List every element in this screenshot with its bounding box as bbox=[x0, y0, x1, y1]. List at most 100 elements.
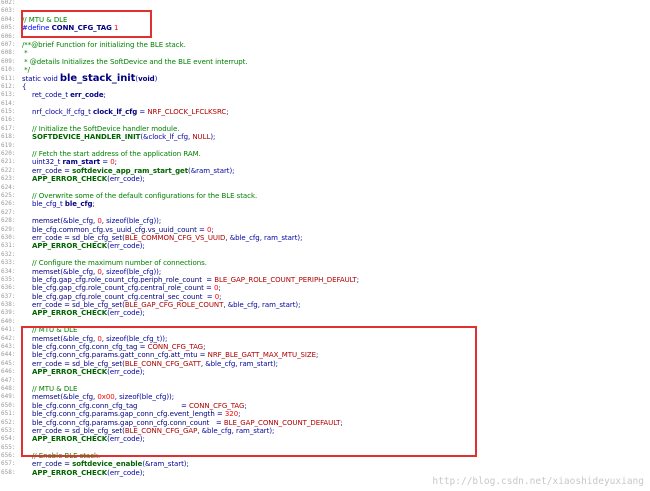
code-token: // Initialize the SoftDevice handler mod… bbox=[32, 124, 180, 133]
line-number: 618: bbox=[1, 133, 16, 141]
code-token: 1 bbox=[111, 24, 119, 33]
watermark: http://blog.csdn.net/xiaoshideyuxiang bbox=[432, 476, 644, 487]
code-text: { bbox=[22, 83, 26, 91]
code-token: err_code = bbox=[32, 166, 73, 175]
code-text: ble_cfg.conn_cfg.params.gatt_conn_cfg.at… bbox=[22, 351, 318, 359]
code-text: memset(&ble_cfg, 0, sizeof(ble_cfg)); bbox=[22, 268, 161, 276]
code-token: ret_code_t bbox=[32, 91, 71, 100]
line-number: 655: bbox=[1, 443, 16, 451]
code-token: ; bbox=[226, 108, 229, 117]
code-token: , &ble_cfg, ram_start); bbox=[200, 359, 278, 368]
code-text: APP_ERROR_CHECK(err_code); bbox=[22, 175, 145, 183]
code-line: 617: // Initialize the SoftDevice handler… bbox=[0, 125, 650, 133]
code-line: 621: uint32_t ram_start = 0; bbox=[0, 158, 650, 166]
code-text: SOFTDEVICE_HANDLER_INIT(&clock_lf_cfg, N… bbox=[22, 133, 215, 141]
code-token: APP_ERROR_CHECK bbox=[32, 368, 108, 377]
line-number: 646: bbox=[1, 368, 16, 376]
line-number: 626: bbox=[1, 200, 16, 208]
code-token: 0x00 bbox=[97, 393, 115, 402]
code-line: 602: bbox=[0, 0, 650, 7]
line-number: 658: bbox=[1, 468, 16, 476]
code-token: memset bbox=[32, 267, 61, 276]
code-token: // Enable BLE stack. bbox=[32, 452, 101, 461]
line-number: 654: bbox=[1, 435, 16, 443]
code-line: 654: APP_ERROR_CHECK(err_code); bbox=[0, 435, 650, 443]
code-token: err_code = bbox=[32, 460, 73, 469]
code-line: 644: ble_cfg.conn_cfg.params.gatt_conn_cf… bbox=[0, 351, 650, 359]
code-text: err_code = sd_ble_cfg_set(BLE_COMMON_CFG… bbox=[22, 234, 302, 242]
code-token: SOFTDEVICE_HANDLER_INIT bbox=[32, 133, 141, 142]
code-text: * @details Initializes the SoftDevice an… bbox=[22, 58, 247, 66]
code-token: BLE_GAP_CONN_COUNT_DEFAULT bbox=[223, 418, 341, 427]
code-token: ram_start bbox=[62, 158, 101, 167]
code-text: err_code = sd_ble_cfg_set(BLE_CONN_CFG_G… bbox=[22, 427, 274, 435]
code-line: 611: static void ble_stack_init(void) bbox=[0, 73, 650, 83]
code-token: ) bbox=[154, 74, 158, 83]
code-line: 656: // Enable BLE stack. bbox=[0, 452, 650, 460]
code-token: uint32_t bbox=[32, 158, 63, 167]
code-text: */ bbox=[22, 66, 30, 74]
code-token: */ bbox=[22, 66, 30, 75]
code-token: (err_code); bbox=[107, 468, 145, 477]
code-token: ; bbox=[316, 351, 319, 360]
code-token: ble_cfg_t bbox=[32, 200, 65, 209]
code-token: sizeof bbox=[106, 267, 127, 276]
line-number: 635: bbox=[1, 275, 16, 283]
code-token: #define bbox=[22, 24, 52, 33]
line-number: 632: bbox=[1, 250, 16, 258]
code-token: softdevice_app_ram_start_get bbox=[72, 166, 189, 175]
code-token: (&ble_cfg, bbox=[60, 217, 98, 226]
code-line: 615: nrf_clock_lf_cfg_t clock_lf_cfg = NR… bbox=[0, 108, 650, 116]
code-line: 616: bbox=[0, 116, 650, 124]
code-text: #define CONN_CFG_TAG 1 bbox=[22, 24, 119, 33]
code-token: = bbox=[100, 158, 111, 167]
code-token: NRF_CLOCK_LFCLKSRC bbox=[147, 108, 227, 117]
code-token: (ble_cfg)); bbox=[126, 217, 162, 226]
code-line: 629: ble_cfg.common_cfg.vs_uuid_cfg.vs_uu… bbox=[0, 226, 650, 234]
code-token: ; bbox=[92, 200, 95, 209]
code-line: 609: * @details Initializes the SoftDevi… bbox=[0, 58, 650, 66]
code-token: BLE_CONN_CFG_GAP bbox=[124, 426, 198, 435]
line-number: 647: bbox=[1, 376, 16, 384]
code-token: APP_ERROR_CHECK bbox=[32, 175, 108, 184]
line-number: 624: bbox=[1, 183, 16, 191]
code-line: 640: bbox=[0, 318, 650, 326]
line-number: 634: bbox=[1, 267, 16, 275]
code-line: 638: err_code = sd_ble_cfg_set(BLE_GAP_CF… bbox=[0, 301, 650, 309]
code-token: // Fetch the start address of the applic… bbox=[32, 150, 201, 159]
line-number: 608: bbox=[1, 49, 16, 57]
code-text: ble_cfg.gap_cfg.role_count_cfg.central_r… bbox=[22, 284, 221, 292]
line-number: 620: bbox=[1, 150, 16, 158]
code-token: softdevice_enable bbox=[72, 460, 143, 469]
code-line: 612: { bbox=[0, 83, 650, 91]
code-token: memset bbox=[32, 393, 61, 402]
code-line: 646: APP_ERROR_CHECK(err_code); bbox=[0, 368, 650, 376]
code-token: ble_cfg.conn_cfg.conn_cfg_tag = bbox=[32, 401, 189, 410]
line-number: 627: bbox=[1, 208, 16, 216]
code-text: ble_cfg.gap_cfg.role_count_cfg.central_s… bbox=[22, 293, 222, 301]
code-text: ret_code_t err_code; bbox=[22, 91, 106, 99]
code-token: NULL bbox=[192, 133, 211, 142]
code-text: // Configure the maximum number of conne… bbox=[22, 259, 207, 267]
code-text: * bbox=[22, 49, 28, 57]
code-line: 632: bbox=[0, 251, 650, 259]
code-token: APP_ERROR_CHECK bbox=[32, 435, 108, 444]
code-editor[interactable]: 602: 603: 604: // MTU & DLE 605: #define CONN… bbox=[0, 0, 650, 477]
line-number: 604: bbox=[1, 15, 16, 23]
code-token: (&ram_start); bbox=[188, 166, 235, 175]
line-number: 644: bbox=[1, 351, 16, 359]
code-token: BLE_CONN_CFG_GATT bbox=[124, 359, 201, 368]
code-token: memset bbox=[32, 217, 61, 226]
code-line: 613: ret_code_t err_code; bbox=[0, 91, 650, 99]
line-number: 621: bbox=[1, 158, 16, 166]
code-line: 631: APP_ERROR_CHECK(err_code); bbox=[0, 242, 650, 250]
code-line: 620: // Fetch the start address of the ap… bbox=[0, 150, 650, 158]
code-line: 607: /**@brief Function for initializing … bbox=[0, 41, 650, 49]
code-token: ble_cfg.conn_cfg.params.gap_conn_cfg.eve… bbox=[32, 410, 225, 419]
code-text: err_code = softdevice_enable(&ram_start)… bbox=[22, 460, 189, 468]
code-text: // MTU & DLE bbox=[22, 16, 67, 24]
code-token: ; bbox=[244, 401, 247, 410]
code-line: 625: // Overwrite some of the default con… bbox=[0, 192, 650, 200]
code-text: ble_cfg.gap_cfg.role_count_cfg.periph_ro… bbox=[22, 276, 359, 284]
code-token: ble_cfg.gap_cfg.role_count_cfg.central_r… bbox=[32, 284, 214, 293]
